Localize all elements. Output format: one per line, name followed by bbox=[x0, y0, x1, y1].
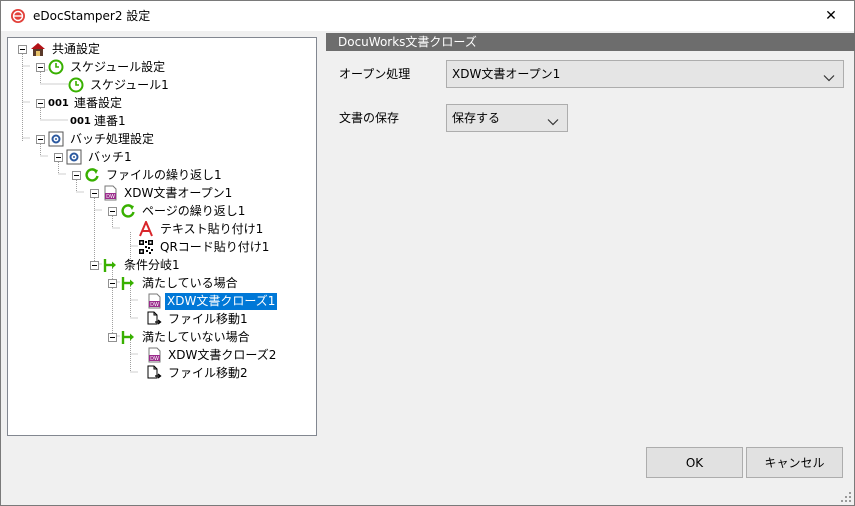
collapse-toggle[interactable] bbox=[108, 333, 117, 342]
tree-node-label: ファイル移動2 bbox=[168, 366, 248, 380]
open-process-dropdown[interactable]: XDW文書オープン1 bbox=[446, 60, 844, 88]
tree-node-label: QRコード貼り付け1 bbox=[160, 240, 270, 254]
collapse-toggle[interactable] bbox=[108, 207, 117, 216]
tree-node-page-loop-1[interactable]: ページの繰り返し1 bbox=[8, 202, 268, 220]
house-icon bbox=[30, 41, 46, 57]
tree-node-label: ファイル移動1 bbox=[168, 312, 248, 326]
svg-text:DW: DW bbox=[150, 302, 159, 308]
collapse-toggle[interactable] bbox=[108, 279, 117, 288]
collapse-toggle[interactable] bbox=[18, 45, 27, 54]
tree-node-label: スケジュール設定 bbox=[70, 60, 166, 74]
tree-node-label: テキスト貼り付け1 bbox=[160, 222, 264, 236]
tree-node-label: 連番1 bbox=[94, 114, 126, 128]
tree-node-file-move-2[interactable]: ファイル移動2 bbox=[8, 364, 268, 382]
collapse-toggle[interactable] bbox=[90, 261, 99, 270]
cancel-button[interactable]: キャンセル bbox=[746, 447, 843, 478]
clock-icon bbox=[68, 77, 84, 93]
tree-node-label: 連番設定 bbox=[74, 96, 123, 110]
tree-node-schedule-settings[interactable]: スケジュール設定 bbox=[8, 58, 188, 76]
branch-icon bbox=[120, 329, 136, 345]
clock-icon bbox=[48, 59, 64, 75]
chevron-down-icon bbox=[547, 115, 559, 126]
open-process-label: オープン処理 bbox=[339, 67, 411, 81]
xdw-document-icon: DW bbox=[146, 347, 162, 363]
batch-gear-icon bbox=[48, 131, 64, 147]
tree-node-label: XDW文書オープン1 bbox=[124, 186, 233, 200]
open-process-value: XDW文書オープン1 bbox=[452, 67, 561, 81]
tree-node-label: 満たしていない場合 bbox=[142, 330, 250, 344]
collapse-toggle[interactable] bbox=[72, 171, 81, 180]
tree-node-xdw-close-2[interactable]: DW XDW文書クローズ2 bbox=[8, 346, 298, 364]
app-logo-icon bbox=[10, 8, 26, 24]
chevron-down-icon bbox=[823, 71, 835, 82]
serial-number-icon: 001 bbox=[48, 98, 69, 109]
section-header: DocuWorks文書クローズ bbox=[326, 33, 855, 51]
save-document-label: 文書の保存 bbox=[339, 111, 400, 125]
collapse-toggle[interactable] bbox=[90, 189, 99, 198]
tree-node-condition-true[interactable]: 満たしている場合 bbox=[8, 274, 268, 292]
close-button[interactable]: ✕ bbox=[808, 1, 854, 31]
file-move-icon bbox=[146, 311, 162, 327]
branch-icon bbox=[120, 275, 136, 291]
xdw-document-icon: DW bbox=[102, 185, 118, 201]
loop-icon bbox=[120, 203, 136, 219]
tree-node-label: XDW文書クローズ2 bbox=[168, 348, 277, 362]
branch-icon bbox=[102, 257, 118, 273]
tree-node-label: バッチ処理設定 bbox=[70, 132, 155, 146]
resize-grip-icon[interactable] bbox=[840, 491, 852, 503]
tree-node-serial-1[interactable]: 001 連番1 bbox=[8, 112, 138, 130]
collapse-toggle[interactable] bbox=[54, 153, 63, 162]
tree-node-label: ファイルの繰り返し1 bbox=[106, 168, 222, 182]
close-icon: ✕ bbox=[825, 8, 837, 24]
tree-node-text-paste-1[interactable]: テキスト貼り付け1 bbox=[8, 219, 288, 238]
svg-text:DW: DW bbox=[106, 194, 115, 200]
tree-node-common-settings[interactable]: 共通設定 bbox=[8, 40, 128, 58]
tree-node-schedule-1[interactable]: スケジュール1 bbox=[8, 76, 198, 94]
tree-node-xdw-close-1[interactable]: DW XDW文書クローズ1 bbox=[8, 292, 298, 310]
svg-text:DW: DW bbox=[150, 356, 159, 362]
tree-node-batch-settings[interactable]: バッチ処理設定 bbox=[8, 130, 178, 148]
tree-node-label: スケジュール1 bbox=[90, 78, 169, 92]
tree-node-label: バッチ1 bbox=[88, 150, 132, 164]
tree-node-batch-1[interactable]: バッチ1 bbox=[8, 148, 148, 166]
title-bar: eDocStamper2 設定 ✕ bbox=[1, 1, 854, 31]
tree-node-file-move-1[interactable]: ファイル移動1 bbox=[8, 310, 268, 328]
save-document-value: 保存する bbox=[452, 111, 501, 125]
tree-node-xdw-open-1[interactable]: DW XDW文書オープン1 bbox=[8, 184, 258, 202]
tree-node-branch-1[interactable]: 条件分岐1 bbox=[8, 256, 208, 274]
tree-node-label: 満たしている場合 bbox=[142, 276, 238, 290]
tree-node-label: 共通設定 bbox=[52, 42, 101, 56]
loop-icon bbox=[84, 167, 100, 183]
save-document-dropdown[interactable]: 保存する bbox=[446, 104, 568, 132]
collapse-toggle[interactable] bbox=[36, 135, 45, 144]
text-a-icon bbox=[138, 219, 154, 237]
tree-node-serial-settings[interactable]: 001 連番設定 bbox=[8, 94, 138, 112]
serial-number-icon: 001 bbox=[70, 116, 91, 127]
ok-button[interactable]: OK bbox=[646, 447, 743, 478]
settings-window: eDocStamper2 設定 ✕ 共通設定 スケジュール設定 スケジュール1 … bbox=[0, 0, 855, 506]
batch-gear-icon bbox=[66, 149, 82, 165]
xdw-document-icon: DW bbox=[146, 293, 162, 309]
tree-node-label: ページの繰り返し1 bbox=[142, 204, 246, 218]
tree-node-file-loop-1[interactable]: ファイルの繰り返し1 bbox=[8, 166, 248, 184]
tree-node-label-selected: XDW文書クローズ1 bbox=[165, 293, 278, 310]
tree-node-condition-false[interactable]: 満たしていない場合 bbox=[8, 328, 278, 346]
tree-node-label: 条件分岐1 bbox=[124, 258, 180, 272]
file-move-icon bbox=[146, 365, 162, 381]
settings-tree[interactable]: 共通設定 スケジュール設定 スケジュール1 001 連番設定 001 連番1 バ… bbox=[7, 37, 317, 436]
tree-node-qr-paste-1[interactable]: QRコード貼り付け1 bbox=[8, 238, 298, 256]
qr-code-icon bbox=[138, 239, 154, 255]
collapse-toggle[interactable] bbox=[36, 63, 45, 72]
window-title: eDocStamper2 設定 bbox=[33, 9, 151, 23]
collapse-toggle[interactable] bbox=[36, 99, 45, 108]
